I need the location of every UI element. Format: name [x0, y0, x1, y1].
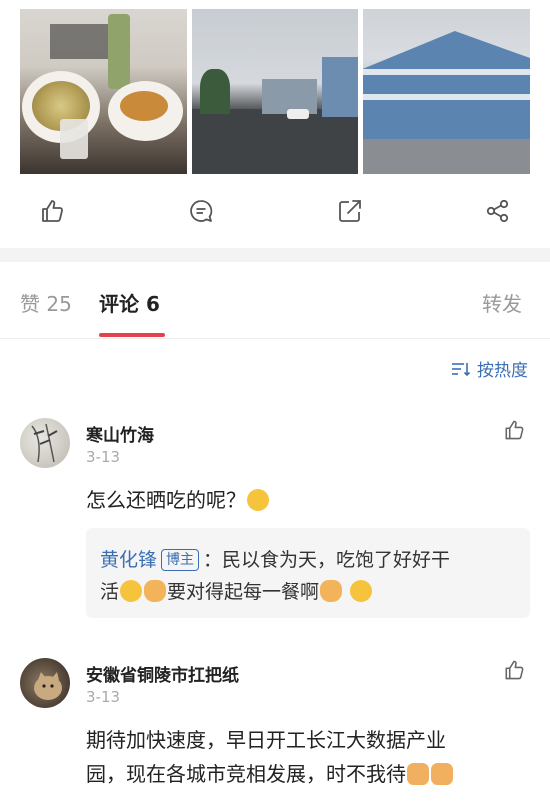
glass — [60, 119, 88, 159]
like-button[interactable] — [38, 197, 66, 225]
bottle — [108, 14, 130, 89]
comment-username[interactable]: 安徽省铜陵市扛把纸 — [86, 661, 239, 686]
tab-comments[interactable]: 评论 6 — [99, 288, 160, 317]
smile-emoji-icon — [120, 580, 143, 602]
building-photo[interactable] — [363, 9, 530, 174]
reply-text-1: ：民以食为天，吃饱了好好干 — [203, 549, 451, 571]
tab-repost[interactable]: 转发 — [482, 288, 522, 317]
grin-emoji-icon — [350, 580, 373, 602]
comment-text-line2: 园，现在各城市竞相发展，时不我待 — [86, 762, 406, 786]
bread-plate — [108, 81, 183, 141]
tab-divider — [0, 338, 550, 339]
comment-date: 3-13 — [86, 688, 121, 706]
comment-text: 期待加快速度，早日开工长江大数据产业 园，现在各城市竞相发展，时不我待 — [86, 723, 454, 791]
car — [287, 109, 309, 119]
sort-label: 按热度 — [477, 361, 528, 381]
comment-text-line1: 期待加快速度，早日开工长江大数据产业 — [86, 728, 446, 752]
comment-text-content: 怎么还晒吃的呢？ — [86, 488, 246, 512]
comment-username[interactable]: 寒山竹海 — [86, 421, 154, 446]
sort-by-hot-button[interactable]: 按热度 — [451, 356, 528, 381]
cat-avatar-image — [34, 672, 62, 700]
sort-icon — [452, 362, 471, 376]
comment-icon — [190, 200, 213, 222]
palm-trees — [200, 69, 230, 114]
blogger-reply[interactable]: 黄化锋 博主 ：民以食为天，吃饱了好好干 活 要对得起每一餐啊 — [86, 528, 530, 618]
active-tab-indicator — [99, 333, 165, 337]
thumbs-up-icon — [505, 660, 524, 680]
comment-button[interactable] — [187, 197, 215, 225]
food-photo[interactable] — [20, 9, 187, 174]
thumbs-up-icon — [42, 200, 63, 222]
fist-emoji-icon — [431, 763, 453, 785]
ok-hand-emoji-icon — [320, 580, 343, 602]
laughing-crying-emoji-icon — [247, 489, 269, 511]
share-out-icon — [339, 200, 361, 222]
comment-text: 怎么还晒吃的呢？ — [86, 483, 270, 517]
author-badge: 博主 — [161, 549, 200, 571]
share-button[interactable] — [336, 197, 364, 225]
street-photo[interactable] — [192, 9, 358, 174]
thumbs-up-icon — [505, 420, 524, 440]
comment-like-button[interactable] — [502, 658, 526, 682]
office-building — [363, 31, 530, 139]
share-nodes-icon — [486, 199, 509, 223]
avatar[interactable] — [20, 658, 70, 708]
bamboo-avatar-image — [31, 423, 58, 463]
handshake-emoji-icon — [144, 580, 167, 602]
reply-text-3: 要对得起每一餐啊 — [167, 581, 320, 603]
comment-date: 3-13 — [86, 448, 121, 466]
building — [322, 57, 358, 117]
tab-likes[interactable]: 赞 25 — [20, 288, 72, 317]
fist-emoji-icon — [407, 763, 429, 785]
forward-button[interactable] — [484, 197, 512, 225]
comment-like-button[interactable] — [502, 418, 526, 442]
avatar[interactable] — [20, 418, 70, 468]
reply-username[interactable]: 黄化锋 — [100, 549, 157, 571]
section-divider — [0, 248, 550, 262]
reply-text-2: 活 — [100, 581, 120, 603]
